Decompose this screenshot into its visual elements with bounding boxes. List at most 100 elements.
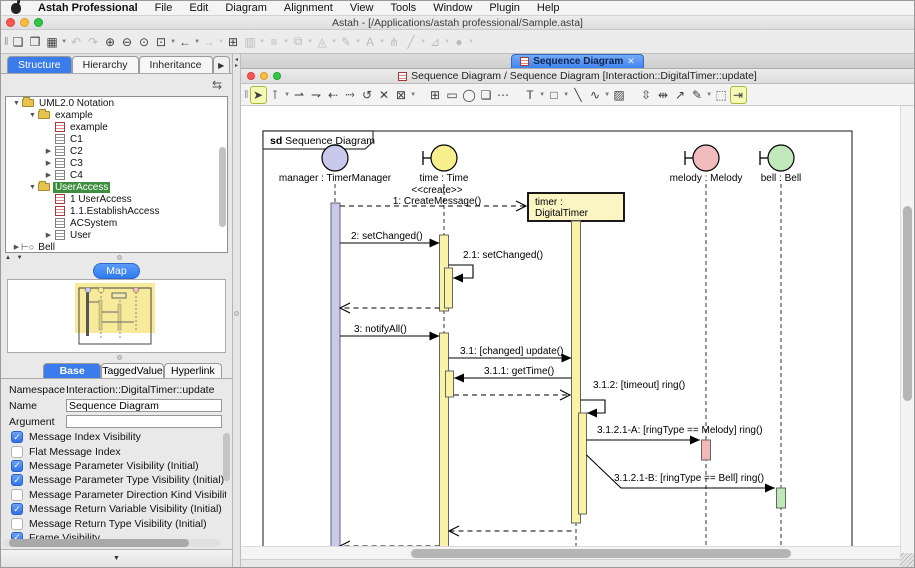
expander-icon[interactable]: ▶ xyxy=(44,231,53,239)
stamp-button[interactable]: ⋔ xyxy=(386,33,403,51)
canvas-hscrollbar[interactable] xyxy=(241,546,900,559)
menu-view[interactable]: View xyxy=(350,2,374,14)
expander-icon[interactable]: ▶ xyxy=(44,147,53,155)
lifeline-head-melody[interactable] xyxy=(693,145,719,171)
lifeline-tool-button[interactable]: ⊺ xyxy=(267,86,284,104)
frame-tool-button[interactable]: ⊞ xyxy=(427,86,444,104)
tree-item-bell[interactable]: ▶⊢○Bell xyxy=(6,241,227,253)
save-button[interactable]: ▦ xyxy=(44,33,61,51)
expander-icon[interactable]: ▼ xyxy=(28,112,37,119)
fit-view-button[interactable]: ⊡ xyxy=(153,33,170,51)
props-vscrollbar[interactable] xyxy=(223,433,230,481)
tree-item-useraccess[interactable]: ▼UserAccess xyxy=(6,181,227,193)
dropdown-caret-icon[interactable]: ▼ xyxy=(444,33,451,51)
align-vertical-button[interactable]: ≡ xyxy=(266,33,283,51)
checkbox-message-index-visibility[interactable]: ✓ xyxy=(11,431,23,443)
expander-icon[interactable]: ▶ xyxy=(44,171,53,179)
tree-item-c4[interactable]: ▶C4 xyxy=(6,169,227,181)
checkbox-message-parameter-type-visibility-initial-[interactable]: ✓ xyxy=(11,474,23,486)
create-message-tool-button[interactable]: ⤑ xyxy=(342,86,359,104)
dropdown-caret-icon[interactable]: ▼ xyxy=(604,86,611,104)
tab-hyperlink[interactable]: Hyperlink xyxy=(164,363,222,378)
pen-icon[interactable]: ✎ xyxy=(689,86,706,104)
canvas-vscrollbar[interactable] xyxy=(900,106,914,559)
activation-bar-3[interactable] xyxy=(440,333,449,548)
tab-structure[interactable]: Structure xyxy=(7,56,72,73)
activation-bar-0[interactable] xyxy=(331,203,340,553)
activation-bar-4[interactable] xyxy=(446,371,454,397)
return-message-tool-button[interactable]: ⇠ xyxy=(325,86,342,104)
activation-bar-2[interactable] xyxy=(445,268,453,308)
toolbar-grip[interactable]: ‖ xyxy=(4,36,7,48)
lifeline-head-time[interactable] xyxy=(431,145,457,171)
menu-tools[interactable]: Tools xyxy=(391,2,417,14)
tab-hierarchy[interactable]: Hierarchy xyxy=(72,56,139,73)
checkbox-message-parameter-direction-kind-visibility-ini[interactable] xyxy=(11,489,23,501)
dropdown-caret-icon[interactable]: ▼ xyxy=(307,33,314,51)
tab-sequence-diagram[interactable]: Sequence Diagram ✕ xyxy=(511,54,644,68)
self-message-tool-button[interactable]: ↺ xyxy=(359,86,376,104)
dropdown-caret-icon[interactable]: ▼ xyxy=(194,33,201,51)
tree-item-example[interactable]: ▼example xyxy=(6,109,227,121)
combined-fragment-tool-button[interactable]: ⊠ xyxy=(393,86,410,104)
tree-item-c2[interactable]: ▶C2 xyxy=(6,145,227,157)
tree-item-c1[interactable]: C1 xyxy=(6,133,227,145)
props-hscrollbar[interactable] xyxy=(3,539,220,547)
tree-scrollbar[interactable] xyxy=(219,147,226,227)
tree-item-1-useraccess[interactable]: 1 UserAccess xyxy=(6,193,227,205)
menu-alignment[interactable]: Alignment xyxy=(284,2,333,14)
expander-icon[interactable]: ▶ xyxy=(12,243,21,251)
dropdown-caret-icon[interactable]: ▼ xyxy=(420,33,427,51)
nav-forward-button[interactable]: → xyxy=(201,33,218,51)
pointer-tool-button[interactable]: ➤ xyxy=(250,86,267,104)
expander-icon[interactable]: ▶ xyxy=(44,159,53,167)
map-button[interactable]: Map xyxy=(93,263,139,279)
menu-edit[interactable]: Edit xyxy=(189,2,208,14)
dropdown-caret-icon[interactable]: ▼ xyxy=(706,86,713,104)
frame-size-icon[interactable]: ⬚ xyxy=(713,86,730,104)
redo-button[interactable]: ↷ xyxy=(85,33,102,51)
dropdown-caret-icon[interactable]: ▼ xyxy=(410,86,417,104)
text-tool-button[interactable]: T xyxy=(522,86,539,104)
dropdown-caret-icon[interactable]: ▼ xyxy=(61,33,68,51)
tab-taggedvalue[interactable]: TaggedValue xyxy=(101,363,164,378)
layer-button[interactable]: ⧉ xyxy=(290,33,307,51)
shape-style-button[interactable]: ⊿ xyxy=(427,33,444,51)
activation-bar-6[interactable] xyxy=(579,413,587,514)
line-color-button[interactable]: ✎ xyxy=(338,33,355,51)
name-field[interactable] xyxy=(66,399,222,412)
menu-diagram[interactable]: Diagram xyxy=(225,2,267,14)
rect-note-tool-button[interactable]: ▭ xyxy=(444,86,461,104)
lifeline-head-bell[interactable] xyxy=(768,145,794,171)
nav-back-button[interactable]: ← xyxy=(177,33,194,51)
note-tool-button[interactable]: ❏ xyxy=(478,86,495,104)
lifeline-head-manager[interactable] xyxy=(322,145,348,171)
image-tool-button[interactable]: ▨ xyxy=(611,86,628,104)
open-file-button[interactable]: ❒ xyxy=(27,33,44,51)
toolbar-grip[interactable]: ‖ xyxy=(244,89,247,101)
menu-file[interactable]: File xyxy=(155,2,173,14)
dropdown-caret-icon[interactable]: ▼ xyxy=(284,86,291,104)
destroy-message-tool-button[interactable]: ✕ xyxy=(376,86,393,104)
diagram-canvas[interactable]: sd Sequence Diagrammanager : TimerManage… xyxy=(241,106,914,567)
collapse-properties-button[interactable]: ▼ xyxy=(1,549,232,567)
expander-icon[interactable]: ▼ xyxy=(12,100,21,107)
expand-right-icon[interactable]: ▸ xyxy=(235,63,238,69)
dropdown-caret-icon[interactable]: ▼ xyxy=(218,33,225,51)
sync-with-editor-icon[interactable]: ⇆ xyxy=(212,78,222,92)
async-message-tool-button[interactable]: ⇁ xyxy=(308,86,325,104)
tree-item-c3[interactable]: ▶C3 xyxy=(6,157,227,169)
menu-help[interactable]: Help xyxy=(537,2,560,14)
checkbox-flat-message-index[interactable] xyxy=(11,446,23,458)
adjust-vertical-icon[interactable]: ⇳ xyxy=(638,86,655,104)
dropdown-caret-icon[interactable]: ▼ xyxy=(331,33,338,51)
checkbox-message-return-type-visibility-initial-[interactable] xyxy=(11,518,23,530)
argument-field[interactable] xyxy=(66,415,222,428)
dropdown-caret-icon[interactable]: ▼ xyxy=(259,33,266,51)
tree-map-splitter[interactable]: ▲ ▼ xyxy=(1,253,232,262)
menu-plugin[interactable]: Plugin xyxy=(489,2,520,14)
map-panel[interactable] xyxy=(7,279,226,353)
checkbox-message-return-variable-visibility-initial-[interactable]: ✓ xyxy=(11,503,23,515)
anchor-tool-button[interactable]: ⋯ xyxy=(495,86,512,104)
zoom-out-button[interactable]: ⊖ xyxy=(119,33,136,51)
